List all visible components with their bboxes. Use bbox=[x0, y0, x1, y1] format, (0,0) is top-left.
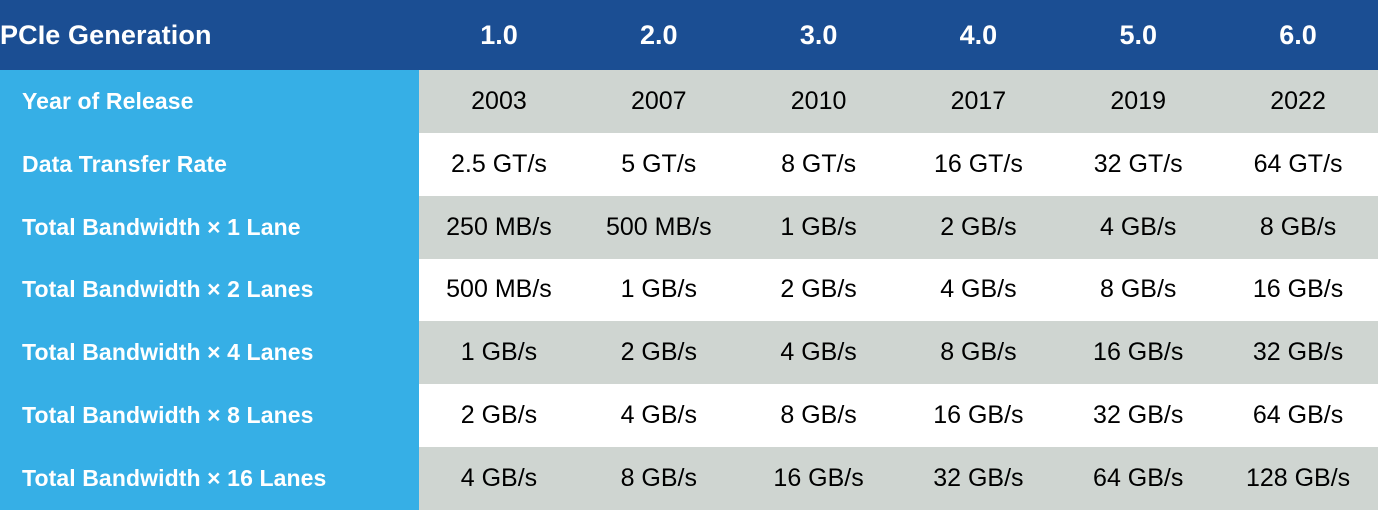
cell-year-gen-5: 2019 bbox=[1058, 70, 1219, 133]
cell-bw1-gen-5: 4 GB/s bbox=[1058, 195, 1219, 259]
row-label-year-of-release: Year of Release bbox=[0, 70, 420, 133]
cell-rate-gen-3: 8 GT/s bbox=[738, 132, 899, 196]
cell-bw2-gen-3: 2 GB/s bbox=[738, 258, 899, 322]
cell-year-gen-1: 2003 bbox=[419, 70, 579, 133]
cell-bw8-gen-2: 4 GB/s bbox=[578, 384, 739, 448]
cell-year-gen-6: 2022 bbox=[1218, 70, 1378, 133]
table-row: Total Bandwidth × 2 Lanes 500 MB/s 1 GB/… bbox=[0, 258, 1378, 322]
cell-bw1-gen-2: 500 MB/s bbox=[578, 195, 739, 259]
cell-year-gen-3: 2010 bbox=[738, 70, 899, 133]
cell-bw2-gen-4: 4 GB/s bbox=[898, 258, 1059, 322]
cell-bw16-gen-5: 64 GB/s bbox=[1058, 447, 1219, 510]
table-row: Total Bandwidth × 1 Lane 250 MB/s 500 MB… bbox=[0, 195, 1378, 259]
cell-bw4-gen-3: 4 GB/s bbox=[738, 321, 899, 385]
row-label-bandwidth-16-lanes: Total Bandwidth × 16 Lanes bbox=[0, 447, 420, 510]
cell-bw4-gen-1: 1 GB/s bbox=[419, 321, 579, 385]
cell-bw16-gen-2: 8 GB/s bbox=[578, 447, 739, 510]
cell-bw16-gen-3: 16 GB/s bbox=[738, 447, 899, 510]
row-label-bandwidth-1-lane: Total Bandwidth × 1 Lane bbox=[0, 195, 420, 259]
column-header-gen-4: 4.0 bbox=[898, 0, 1059, 70]
cell-bw4-gen-4: 8 GB/s bbox=[898, 321, 1059, 385]
table-row: Total Bandwidth × 4 Lanes 1 GB/s 2 GB/s … bbox=[0, 321, 1378, 385]
cell-bw8-gen-1: 2 GB/s bbox=[419, 384, 579, 448]
column-header-gen-1: 1.0 bbox=[419, 0, 579, 70]
column-header-gen-2: 2.0 bbox=[578, 0, 739, 70]
table-row: Data Transfer Rate 2.5 GT/s 5 GT/s 8 GT/… bbox=[0, 132, 1378, 196]
cell-bw16-gen-1: 4 GB/s bbox=[419, 447, 579, 510]
cell-bw2-gen-6: 16 GB/s bbox=[1218, 258, 1378, 322]
cell-rate-gen-1: 2.5 GT/s bbox=[419, 132, 579, 196]
column-header-gen-5: 5.0 bbox=[1058, 0, 1219, 70]
cell-bw8-gen-5: 32 GB/s bbox=[1058, 384, 1219, 448]
table-row: Total Bandwidth × 16 Lanes 4 GB/s 8 GB/s… bbox=[0, 447, 1378, 510]
cell-rate-gen-6: 64 GT/s bbox=[1218, 132, 1378, 196]
cell-year-gen-2: 2007 bbox=[578, 70, 739, 133]
cell-bw2-gen-5: 8 GB/s bbox=[1058, 258, 1219, 322]
row-label-bandwidth-8-lanes: Total Bandwidth × 8 Lanes bbox=[0, 384, 420, 448]
cell-bw1-gen-3: 1 GB/s bbox=[738, 195, 899, 259]
cell-bw2-gen-1: 500 MB/s bbox=[419, 258, 579, 322]
pcie-generation-table: PCIe Generation 1.0 2.0 3.0 4.0 5.0 6.0 … bbox=[0, 0, 1378, 510]
cell-year-gen-4: 2017 bbox=[898, 70, 1059, 133]
cell-bw4-gen-5: 16 GB/s bbox=[1058, 321, 1219, 385]
cell-bw1-gen-6: 8 GB/s bbox=[1218, 195, 1378, 259]
cell-bw1-gen-4: 2 GB/s bbox=[898, 195, 1059, 259]
table-corner-label: PCIe Generation bbox=[0, 0, 420, 70]
cell-rate-gen-5: 32 GT/s bbox=[1058, 132, 1219, 196]
row-label-bandwidth-2-lanes: Total Bandwidth × 2 Lanes bbox=[0, 258, 420, 322]
header-row: PCIe Generation 1.0 2.0 3.0 4.0 5.0 6.0 bbox=[0, 0, 1378, 70]
cell-rate-gen-4: 16 GT/s bbox=[898, 132, 1059, 196]
table-header: PCIe Generation 1.0 2.0 3.0 4.0 5.0 6.0 bbox=[0, 0, 1378, 70]
cell-bw1-gen-1: 250 MB/s bbox=[419, 195, 579, 259]
row-label-bandwidth-4-lanes: Total Bandwidth × 4 Lanes bbox=[0, 321, 420, 385]
cell-rate-gen-2: 5 GT/s bbox=[578, 132, 739, 196]
cell-bw8-gen-4: 16 GB/s bbox=[898, 384, 1059, 448]
cell-bw16-gen-6: 128 GB/s bbox=[1218, 447, 1378, 510]
cell-bw4-gen-2: 2 GB/s bbox=[578, 321, 739, 385]
table-body: Year of Release 2003 2007 2010 2017 2019… bbox=[0, 70, 1378, 510]
cell-bw4-gen-6: 32 GB/s bbox=[1218, 321, 1378, 385]
cell-bw8-gen-3: 8 GB/s bbox=[738, 384, 899, 448]
column-header-gen-6: 6.0 bbox=[1218, 0, 1378, 70]
cell-bw2-gen-2: 1 GB/s bbox=[578, 258, 739, 322]
cell-bw8-gen-6: 64 GB/s bbox=[1218, 384, 1378, 448]
column-header-gen-3: 3.0 bbox=[738, 0, 899, 70]
table-row: Year of Release 2003 2007 2010 2017 2019… bbox=[0, 70, 1378, 133]
row-label-data-transfer-rate: Data Transfer Rate bbox=[0, 132, 420, 196]
table-row: Total Bandwidth × 8 Lanes 2 GB/s 4 GB/s … bbox=[0, 384, 1378, 448]
cell-bw16-gen-4: 32 GB/s bbox=[898, 447, 1059, 510]
